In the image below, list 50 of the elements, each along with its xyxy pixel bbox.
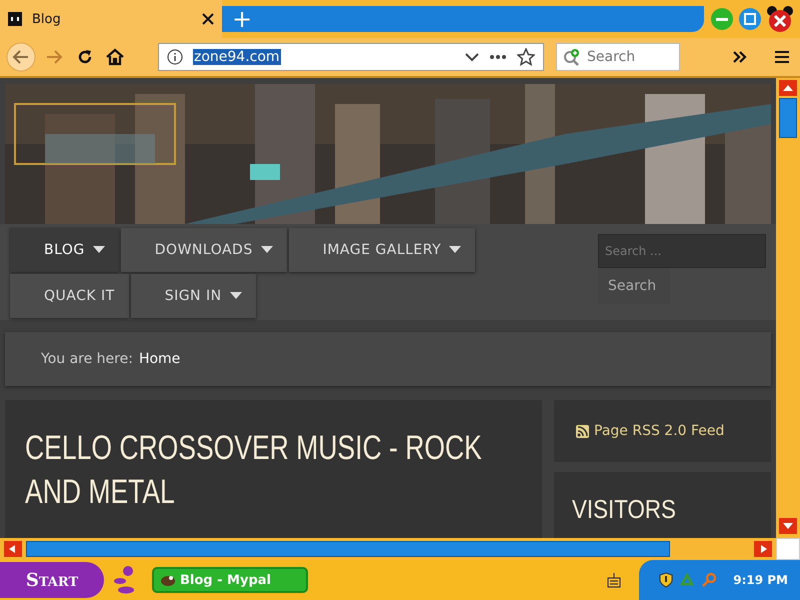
breadcrumb-label: You are here: — [41, 351, 133, 367]
browser-tab[interactable]: Blog — [0, 0, 222, 38]
caret-icon — [92, 246, 105, 254]
menu-item[interactable]: BLOG — [10, 228, 119, 272]
maximize-icon[interactable] — [738, 7, 762, 31]
more-icon[interactable] — [489, 54, 507, 60]
clock: 9:19 PM — [733, 573, 788, 587]
overflow-icon[interactable] — [732, 50, 748, 64]
url-text: zone94.com — [193, 49, 281, 65]
visitors-heading: VISITORS — [572, 494, 676, 525]
search-icon — [562, 48, 582, 66]
home-icon[interactable] — [106, 48, 124, 66]
address-bar[interactable]: zone94.com — [158, 43, 544, 71]
vertical-scrollbar[interactable] — [776, 78, 800, 538]
article-title: CELLO CROSSOVER MUSIC - ROCK AND METAL — [25, 428, 483, 513]
breadcrumb-link[interactable]: Home — [138, 351, 180, 367]
reload-icon[interactable] — [76, 48, 94, 66]
search-field[interactable]: Search — [556, 43, 680, 71]
scroll-down-icon[interactable] — [779, 518, 797, 534]
blob-icon — [112, 565, 136, 595]
close-icon[interactable] — [202, 13, 214, 25]
start-button[interactable]: Start — [0, 562, 104, 598]
close-window-icon[interactable] — [766, 5, 794, 33]
menu-item[interactable]: IMAGE GALLERY — [288, 228, 476, 272]
caret-icon — [449, 246, 462, 254]
menu-item[interactable]: DOWNLOADS — [120, 228, 287, 272]
menu-item[interactable]: QUACK IT — [10, 274, 129, 318]
scroll-left-icon[interactable] — [4, 541, 22, 557]
back-icon[interactable] — [6, 42, 36, 72]
scroll-thumb[interactable] — [26, 541, 670, 557]
new-tab-button[interactable]: + — [222, 7, 262, 31]
dropdown-icon[interactable] — [465, 52, 479, 62]
app-icon — [160, 573, 176, 587]
menu-icon[interactable] — [774, 50, 790, 64]
favicon-icon — [8, 12, 22, 26]
scroll-right-icon[interactable] — [754, 541, 772, 557]
search-input[interactable]: Search ... — [598, 234, 766, 268]
shield-icon[interactable] — [659, 572, 674, 588]
caret-icon — [260, 246, 273, 254]
star-icon[interactable] — [517, 48, 535, 66]
scroll-thumb[interactable] — [779, 98, 797, 138]
keyboard-icon[interactable] — [607, 572, 622, 588]
rss-link[interactable]: Page RSS 2.0 Feed — [594, 423, 724, 439]
minimize-icon[interactable] — [710, 7, 734, 31]
caret-icon — [230, 292, 242, 300]
info-icon[interactable] — [167, 49, 183, 65]
scrollbar-corner — [776, 538, 800, 560]
scroll-up-icon[interactable] — [779, 80, 797, 96]
rss-icon — [576, 424, 589, 438]
menu-item[interactable]: SIGN IN — [130, 274, 256, 318]
